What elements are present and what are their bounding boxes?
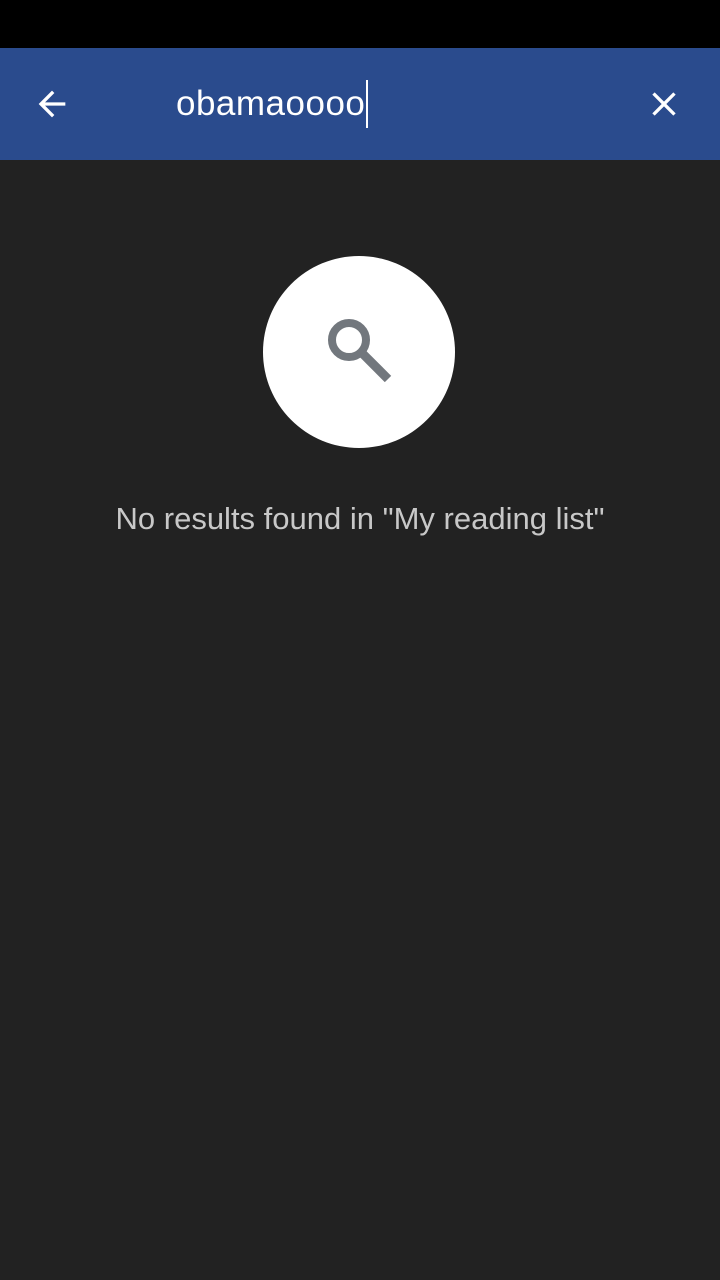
arrow-left-icon (38, 90, 66, 118)
search-input[interactable]: obamaoooo (176, 78, 606, 130)
search-results-area: No results found in "My reading list" (0, 160, 720, 1280)
empty-state-icon-circle (263, 256, 455, 448)
clear-search-button[interactable] (632, 72, 696, 136)
search-icon (328, 319, 392, 383)
back-button[interactable] (20, 72, 84, 136)
search-input-value[interactable]: obamaoooo (176, 78, 365, 130)
empty-state-message: No results found in "My reading list" (115, 501, 605, 536)
text-caret (366, 80, 369, 128)
search-toolbar: obamaoooo (0, 48, 720, 160)
status-bar (0, 0, 720, 48)
close-icon (652, 92, 676, 116)
